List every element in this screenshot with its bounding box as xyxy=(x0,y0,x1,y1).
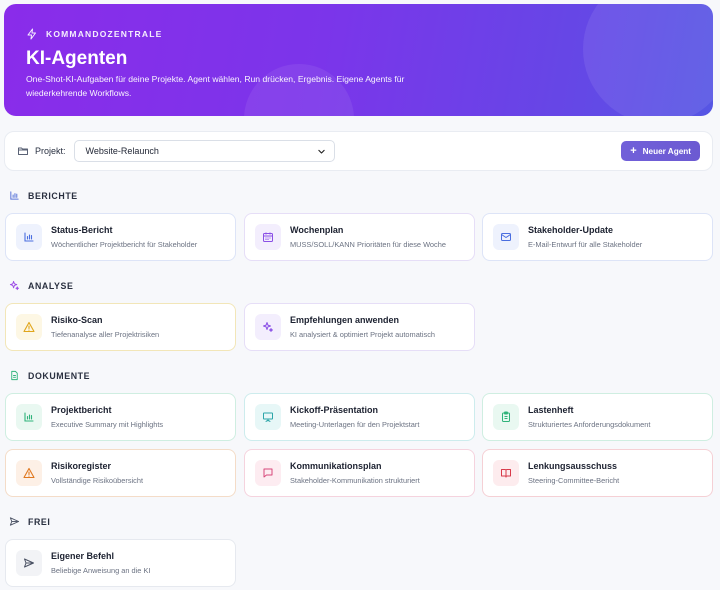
hero-eyebrow-text: KOMMANDOZENTRALE xyxy=(46,29,163,39)
page-title: KI-Agenten xyxy=(26,48,128,69)
project-label: Projekt: xyxy=(35,146,66,156)
card-title: Lastenheft xyxy=(528,405,574,415)
card-title: Kickoff-Präsentation xyxy=(290,405,379,415)
bar-chart-icon xyxy=(10,191,19,200)
chevron-down-icon xyxy=(317,149,325,154)
section-title-frei: FREI xyxy=(9,516,50,527)
send-icon xyxy=(9,517,20,526)
card-subtitle: E-Mail-Entwurf für alle Stakeholder xyxy=(528,240,643,249)
section-label: BERICHTE xyxy=(28,190,78,201)
card-title: Projektbericht xyxy=(51,405,112,415)
hero-banner: KOMMANDOZENTRALE KI-Agenten One-Shot-KI-… xyxy=(4,4,713,116)
section-label: FREI xyxy=(28,516,51,527)
project-select[interactable]: Website-Relaunch xyxy=(73,140,335,162)
section-title-analyse: ANALYSE xyxy=(9,280,73,291)
lightning-icon xyxy=(27,28,36,40)
agent-card-kickoff[interactable]: Kickoff-Präsentation Meeting-Unterlagen f… xyxy=(244,393,475,441)
clipboard-icon xyxy=(493,404,519,430)
card-title: Risiko-Scan xyxy=(51,315,103,325)
agent-card-risikoregister[interactable]: Risikoregister Vollständige Risikoübersic… xyxy=(5,449,236,497)
card-subtitle: Strukturiertes Anforderungsdokument xyxy=(528,420,651,429)
card-subtitle: Tiefenanalyse aller Projektrisiken xyxy=(51,330,160,339)
card-title: Status-Bericht xyxy=(51,225,113,235)
calendar-icon xyxy=(255,224,281,250)
card-title: Wochenplan xyxy=(290,225,344,235)
card-title: Eigener Befehl xyxy=(51,551,115,561)
agent-card-kommunikationsplan[interactable]: Kommunikationsplan Stakeholder-Kommunikat… xyxy=(244,449,475,497)
hero-decoration-circle xyxy=(583,4,713,116)
chat-icon xyxy=(255,460,281,486)
document-icon xyxy=(11,370,18,381)
section-label: DOKUMENTE xyxy=(28,370,91,381)
plus-icon: + xyxy=(630,144,637,157)
card-subtitle: Stakeholder-Kommunikation strukturiert xyxy=(290,476,420,485)
bar-chart-icon xyxy=(16,404,42,430)
agent-card-stakeholder-update[interactable]: Stakeholder-Update E-Mail-Entwurf für all… xyxy=(482,213,713,261)
agent-card-empfehlungen[interactable]: Empfehlungen anwenden KI analysiert & opt… xyxy=(244,303,475,351)
bar-chart-icon xyxy=(16,224,42,250)
card-subtitle: Executive Summary mit Highlights xyxy=(51,420,164,429)
card-title: Stakeholder-Update xyxy=(528,225,614,235)
agent-card-projektbericht[interactable]: Projektbericht Executive Summary mit High… xyxy=(5,393,236,441)
sparkles-icon xyxy=(9,280,20,291)
hero-description: One-Shot-KI-Aufgaben für deine Projekte.… xyxy=(26,74,405,98)
card-title: Kommunikationsplan xyxy=(290,461,382,471)
card-subtitle: KI analysiert & optimiert Projekt automa… xyxy=(290,330,435,339)
card-subtitle: MUSS/SOLL/KANN Prioritäten für diese Woc… xyxy=(290,240,446,249)
new-agent-label: Neuer Agent xyxy=(642,146,691,156)
card-title: Risikoregister xyxy=(51,461,112,471)
new-agent-button[interactable]: + Neuer Agent xyxy=(621,141,700,161)
card-subtitle: Beliebige Anweisung an die KI xyxy=(51,566,151,575)
project-bar: Projekt: Website-Relaunch + Neuer Agent xyxy=(4,131,713,171)
card-subtitle: Meeting-Unterlagen für den Projektstart xyxy=(290,420,420,429)
warning-icon xyxy=(16,314,42,340)
agent-card-wochenplan[interactable]: Wochenplan MUSS/SOLL/KANN Prioritäten für… xyxy=(244,213,475,261)
agent-card-lenkungsausschuss[interactable]: Lenkungsausschuss Steering-Committee-Beri… xyxy=(482,449,713,497)
send-icon xyxy=(16,550,42,576)
section-label: ANALYSE xyxy=(28,280,74,291)
agent-card-eigener-befehl[interactable]: Eigener Befehl Beliebige Anweisung an die… xyxy=(5,539,236,587)
book-icon xyxy=(493,460,519,486)
card-subtitle: Steering-Committee-Bericht xyxy=(528,476,620,485)
agent-card-risiko-scan[interactable]: Risiko-Scan Tiefenanalyse aller Projektri… xyxy=(5,303,236,351)
presentation-icon xyxy=(255,404,281,430)
agent-card-status-bericht[interactable]: Status-Bericht Wöchentlicher Projektberic… xyxy=(5,213,236,261)
agent-card-lastenheft[interactable]: Lastenheft Strukturiertes Anforderungsdok… xyxy=(482,393,713,441)
project-select-value: Website-Relaunch xyxy=(85,146,159,156)
mail-icon xyxy=(493,224,519,250)
section-title-berichte: BERICHTE xyxy=(9,190,78,201)
card-title: Lenkungsausschuss xyxy=(528,461,618,471)
hero-eyebrow: KOMMANDOZENTRALE xyxy=(26,28,162,40)
folder-icon xyxy=(18,147,28,155)
sparkles-icon xyxy=(255,314,281,340)
card-subtitle: Wöchentlicher Projektbericht für Stakeho… xyxy=(51,240,198,249)
card-subtitle: Vollständige Risikoübersicht xyxy=(51,476,144,485)
section-title-dokumente: DOKUMENTE xyxy=(9,370,90,381)
warning-icon xyxy=(16,460,42,486)
card-title: Empfehlungen anwenden xyxy=(290,315,400,325)
